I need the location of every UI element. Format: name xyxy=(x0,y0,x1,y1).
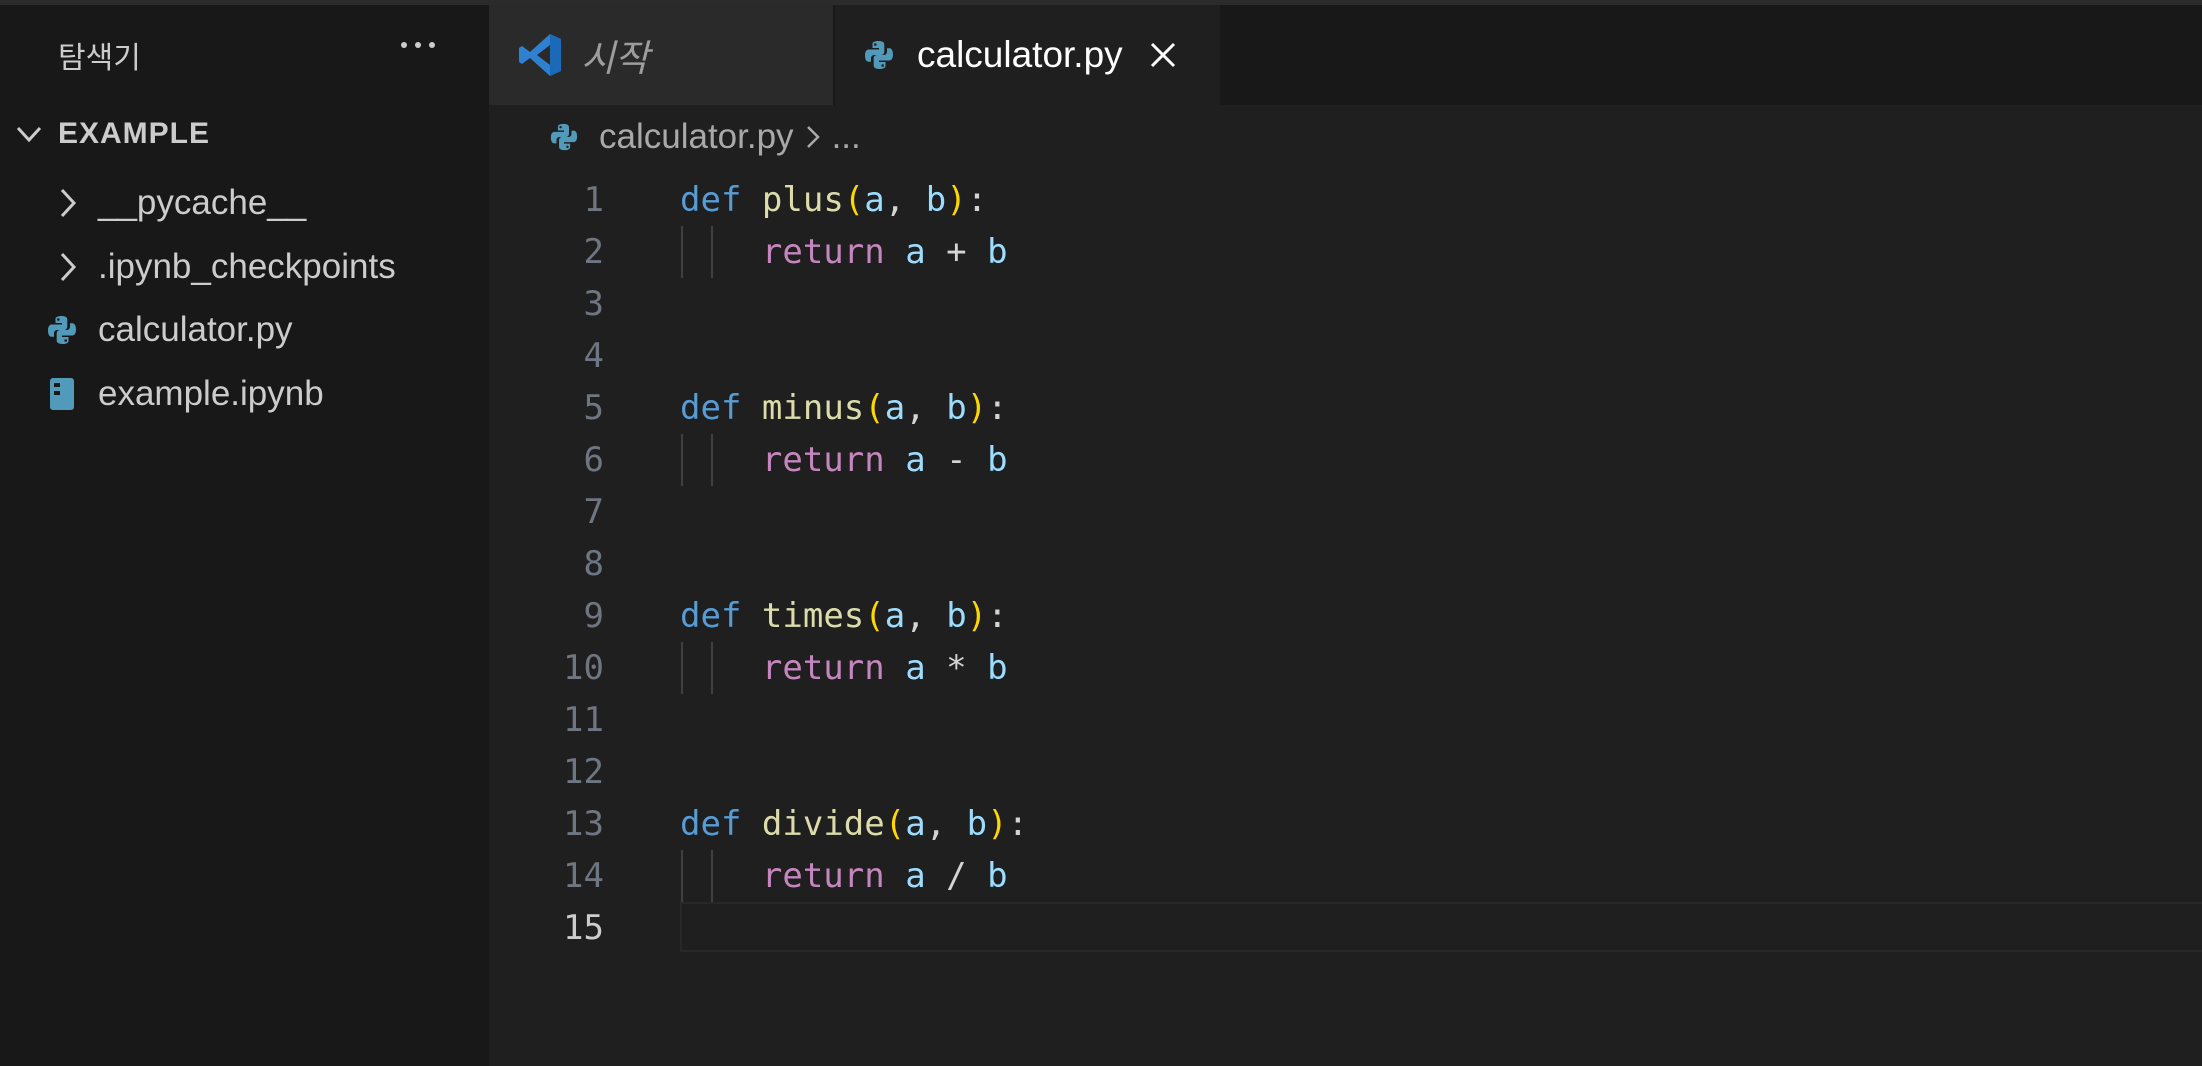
tab-welcome[interactable]: 시작 xyxy=(489,5,833,105)
code-line[interactable]: 9 def times(a, b): xyxy=(489,590,2202,642)
chevron-down-icon xyxy=(16,126,42,143)
chevron-right-icon xyxy=(60,252,77,282)
ellipsis-icon xyxy=(401,42,435,48)
tree-item-label: __pycache__ xyxy=(98,183,307,222)
line-number: 15 xyxy=(563,908,604,948)
keyword-return: return xyxy=(761,232,885,272)
tree-item-label: example.ipynb xyxy=(98,374,324,413)
code-line[interactable]: 7 xyxy=(489,486,2202,538)
line-number: 7 xyxy=(583,492,604,532)
tab-label: 시작 xyxy=(581,38,650,79)
python-icon xyxy=(865,41,893,69)
line-number: 14 xyxy=(563,856,604,896)
keyword-def: def xyxy=(680,596,742,636)
line-number: 9 xyxy=(583,596,604,636)
code-line[interactable]: 13 def divide(a, b): xyxy=(489,798,2202,850)
code-line[interactable]: 14 return a / b xyxy=(489,850,2202,902)
operator: + xyxy=(946,232,967,272)
code-line[interactable]: 11 xyxy=(489,694,2202,746)
breadcrumb-separator xyxy=(804,122,822,152)
line-number: 10 xyxy=(563,648,604,688)
tree-item-label: .ipynb_checkpoints xyxy=(98,247,396,286)
keyword-def: def xyxy=(680,804,742,844)
keyword-return: return xyxy=(761,856,885,896)
line-number: 1 xyxy=(583,180,604,220)
breadcrumb-symbols[interactable]: ... xyxy=(832,117,861,157)
tree-item-label: calculator.py xyxy=(98,310,293,349)
line-content: def times(a, b): xyxy=(680,596,1008,636)
keyword-def: def xyxy=(680,388,742,428)
line-number: 3 xyxy=(583,284,604,324)
code-line[interactable]: 3 xyxy=(489,278,2202,330)
operator: - xyxy=(946,440,967,480)
chevron-right-icon xyxy=(806,126,820,148)
workspace-section-header[interactable]: EXAMPLE xyxy=(14,117,210,151)
function-name: plus xyxy=(761,180,844,220)
explorer-title: 탐색기 xyxy=(58,42,141,75)
tab-label: calculator.py xyxy=(917,34,1123,75)
code-line[interactable]: 2 return a + b xyxy=(489,226,2202,278)
keyword-def: def xyxy=(680,180,742,220)
vscode-icon xyxy=(519,34,561,76)
operand-a: a xyxy=(905,440,926,480)
line-content: def plus(a, b): xyxy=(680,180,988,220)
keyword-return: return xyxy=(761,648,885,688)
tree-item-calculator-py[interactable]: calculator.py xyxy=(46,302,293,358)
code-editor[interactable]: 1 def plus(a, b): 2 return a + b 3 4 5 def min… xyxy=(489,174,2202,954)
code-line[interactable]: 1 def plus(a, b): xyxy=(489,174,2202,226)
more-actions-button[interactable] xyxy=(398,25,438,74)
operator: / xyxy=(946,856,967,896)
line-content: return a - b xyxy=(680,434,1008,486)
operand-b: b xyxy=(987,440,1008,480)
line-number: 8 xyxy=(583,544,604,584)
tree-item-ipynb-checkpoints[interactable]: .ipynb_checkpoints xyxy=(56,239,396,295)
python-icon xyxy=(48,316,76,344)
current-line-highlight xyxy=(680,902,2202,952)
line-content: def minus(a, b): xyxy=(680,388,1008,428)
line-content: return a + b xyxy=(680,226,1008,278)
breadcrumb: calculator.py ... xyxy=(549,117,861,157)
line-content: return a / b xyxy=(680,850,1008,902)
line-number: 11 xyxy=(563,700,604,740)
function-name: times xyxy=(761,596,865,636)
keyword-return: return xyxy=(761,440,885,480)
code-line[interactable]: 8 xyxy=(489,538,2202,590)
operand-b: b xyxy=(987,232,1008,272)
operand-a: a xyxy=(905,232,926,272)
python-icon xyxy=(550,123,578,151)
breadcrumb-file[interactable]: calculator.py xyxy=(599,117,794,157)
line-number: 6 xyxy=(583,440,604,480)
line-content: return a * b xyxy=(680,642,1008,694)
editor-area: 시작 calculator.py calculator.py ... 1 def… xyxy=(489,5,2202,1066)
tree-item-pycache[interactable]: __pycache__ xyxy=(56,175,306,231)
operand-a: a xyxy=(905,648,926,688)
code-line[interactable]: 5 def minus(a, b): xyxy=(489,382,2202,434)
code-line[interactable]: 15 xyxy=(489,902,2202,954)
workspace-name: EXAMPLE xyxy=(58,117,211,150)
line-number: 4 xyxy=(583,336,604,376)
code-line[interactable]: 4 xyxy=(489,330,2202,382)
chevron-right-icon xyxy=(60,188,77,218)
line-number: 13 xyxy=(563,804,604,844)
operand-a: a xyxy=(905,856,926,896)
operand-b: b xyxy=(987,856,1008,896)
function-name: divide xyxy=(761,804,885,844)
explorer-sidebar: 탐색기 EXAMPLE __pycache__ .ipynb_checkpoin… xyxy=(0,5,489,1066)
code-line[interactable]: 10 return a * b xyxy=(489,642,2202,694)
close-tab-button[interactable] xyxy=(1149,41,1177,69)
operand-b: b xyxy=(987,648,1008,688)
tab-calculator-py[interactable]: calculator.py xyxy=(835,5,1220,105)
tree-item-example-ipynb[interactable]: example.ipynb xyxy=(46,366,324,422)
code-line[interactable]: 6 return a - b xyxy=(489,434,2202,486)
line-number: 12 xyxy=(563,752,604,792)
operator: * xyxy=(946,648,967,688)
notebook-icon xyxy=(50,378,74,410)
code-line[interactable]: 12 xyxy=(489,746,2202,798)
function-name: minus xyxy=(761,388,865,428)
line-number: 5 xyxy=(583,388,604,428)
line-content: def divide(a, b): xyxy=(680,804,1029,844)
close-icon xyxy=(1150,42,1175,68)
line-number: 2 xyxy=(583,232,604,272)
tab-bar: 시작 calculator.py xyxy=(489,5,2202,105)
